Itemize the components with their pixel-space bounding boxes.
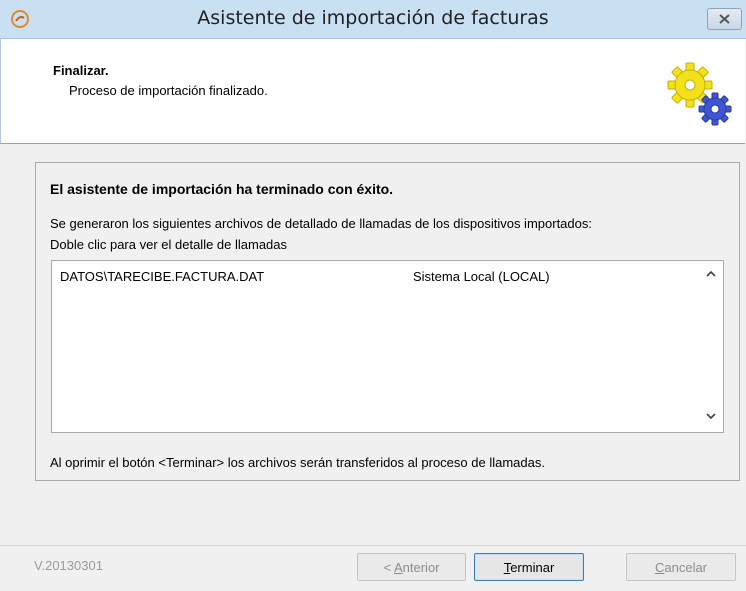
back-accel: A (393, 560, 403, 575)
version-label: V.20130301 (34, 558, 103, 573)
back-button[interactable]: < Anterior (357, 553, 466, 581)
transfer-note: Al oprimir el botón <Terminar> los archi… (50, 455, 545, 470)
chevron-up-icon[interactable] (704, 267, 718, 281)
files-list[interactable]: DATOS\TARECIBE.FACTURA.DAT Sistema Local… (51, 260, 724, 433)
title-bar[interactable]: Asistente de importación de facturas (0, 0, 746, 39)
close-button[interactable] (707, 8, 742, 30)
file-path: DATOS\TARECIBE.FACTURA.DAT (60, 269, 265, 284)
window-title: Asistente de importación de facturas (197, 7, 549, 29)
cancel-button[interactable]: Cancelar (626, 553, 736, 581)
hint-text: Doble clic para ver el detalle de llamad… (50, 237, 288, 252)
footer-divider (0, 545, 746, 546)
description-text: Se generaron los siguientes archivos de … (50, 216, 592, 231)
cancel-accel: C (654, 560, 665, 575)
close-icon (719, 14, 730, 24)
file-system: Sistema Local (LOCAL) (413, 269, 550, 284)
chevron-down-icon[interactable] (704, 409, 718, 423)
list-item[interactable]: DATOS\TARECIBE.FACTURA.DAT Sistema Local… (60, 269, 690, 287)
import-wizard-window: Asistente de importación de facturas Fin… (0, 0, 746, 591)
finish-label: erminar (510, 560, 555, 575)
header-subtitle: Proceso de importación finalizado. (69, 83, 268, 98)
result-group: El asistente de importación ha terminado… (35, 162, 740, 481)
back-prefix: < (383, 560, 394, 575)
header-title: Finalizar. (53, 63, 109, 78)
success-heading: El asistente de importación ha terminado… (50, 181, 394, 197)
wizard-header: Finalizar. Proceso de importación finali… (0, 39, 745, 144)
cancel-label: ancelar (664, 560, 708, 575)
back-label: nterior (402, 560, 440, 575)
gears-icon (667, 62, 732, 126)
finish-button[interactable]: Terminar (474, 553, 584, 581)
